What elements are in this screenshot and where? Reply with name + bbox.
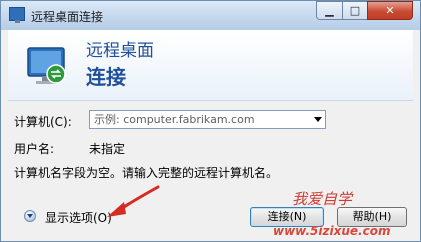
username-value: 未指定 — [89, 142, 126, 156]
watermark-url: www.5izixue.com — [273, 224, 391, 238]
error-message: 计算机名字段为空。请输入完整的远程计算机名。 — [14, 166, 279, 180]
username-label: 用户名: — [14, 142, 55, 156]
header-subtitle: 连接 — [86, 65, 126, 89]
computer-combobox[interactable] — [89, 110, 326, 129]
watermark-title: 我爱自学 — [292, 190, 353, 208]
minimize-button[interactable]: ▁ — [316, 1, 343, 20]
show-options-button[interactable]: 显示选项(O) — [18, 208, 130, 228]
title-bar[interactable]: 远程桌面连接 ▁ □ ✕ — [1, 1, 420, 30]
show-options-label[interactable]: 显示选项(O) — [45, 209, 112, 226]
dialog-header: 远程桌面 连接 — [8, 30, 413, 101]
remote-desktop-icon — [27, 47, 66, 84]
header-title: 远程桌面 — [86, 41, 154, 61]
dropdown-arrow-icon[interactable] — [314, 117, 322, 122]
computer-input[interactable] — [94, 112, 298, 127]
maximize-button[interactable]: □ — [342, 1, 368, 20]
window-title: 远程桌面连接 — [31, 10, 104, 24]
connection-form: 计算机(C): 用户名: 未指定 计算机名字段为空。请输入完整的远程计算机名。 … — [8, 101, 413, 235]
remote-desktop-app-icon — [9, 7, 25, 23]
computer-label: 计算机(C): — [14, 115, 72, 129]
chevron-down-icon[interactable] — [24, 210, 36, 222]
remote-desktop-window: 远程桌面连接 ▁ □ ✕ 远程桌面 连接 计算机(C): 用户名: 未指定 计算… — [0, 0, 421, 242]
close-button[interactable]: ✕ — [367, 1, 413, 20]
